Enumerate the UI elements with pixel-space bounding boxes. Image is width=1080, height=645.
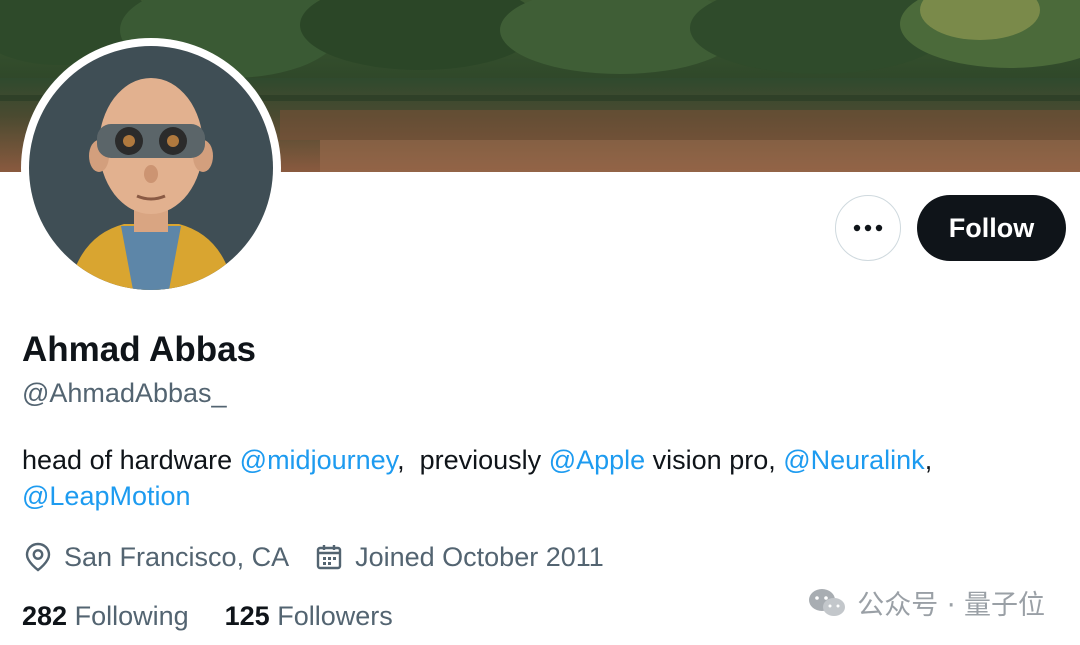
mention-link-apple[interactable]: @Apple	[549, 445, 645, 475]
followers-count: 125	[224, 600, 270, 631]
wechat-icon	[807, 586, 847, 620]
following-link[interactable]: 282 Following	[22, 601, 189, 632]
bio-text: head of hardware	[22, 445, 240, 475]
mention-link-neuralink[interactable]: @Neuralink	[783, 445, 924, 475]
calendar-icon	[313, 541, 345, 573]
following-count: 282	[22, 600, 68, 631]
following-label: Following	[74, 600, 189, 631]
location-item: San Francisco, CA	[22, 541, 289, 573]
followers-label: Followers	[277, 600, 393, 631]
watermark: 公众号 · 量子位	[807, 583, 1045, 622]
user-handle: @AhmadAbbas_	[22, 378, 227, 408]
display-name: Ahmad Abbas	[22, 330, 257, 369]
follow-stats: 282 Following 125 Followers	[22, 598, 393, 634]
profile-meta: San Francisco, CA Joined October 2011	[22, 538, 604, 576]
location-text: San Francisco, CA	[64, 541, 290, 572]
avatar[interactable]	[21, 38, 281, 298]
joined-date-text: Joined October 2011	[355, 541, 604, 572]
watermark-text: 公众号 · 量子位	[857, 590, 1045, 621]
location-pin-icon	[22, 541, 54, 573]
mention-link-leapmotion[interactable]: @LeapMotion	[22, 481, 191, 511]
more-options-button[interactable]	[835, 195, 901, 261]
bio-text: ,	[924, 445, 933, 475]
profile-bio: head of hardware @midjourney, previously…	[22, 442, 1062, 514]
avatar-image	[29, 46, 273, 290]
bio-text: vision pro,	[645, 445, 784, 475]
joined-item: Joined October 2011	[313, 541, 604, 573]
follow-button[interactable]: Follow	[917, 195, 1066, 261]
mention-link-midjourney[interactable]: @midjourney	[240, 445, 397, 475]
bio-text: , previously	[397, 445, 549, 475]
followers-link[interactable]: 125 Followers	[225, 601, 393, 632]
more-icon	[853, 224, 883, 232]
